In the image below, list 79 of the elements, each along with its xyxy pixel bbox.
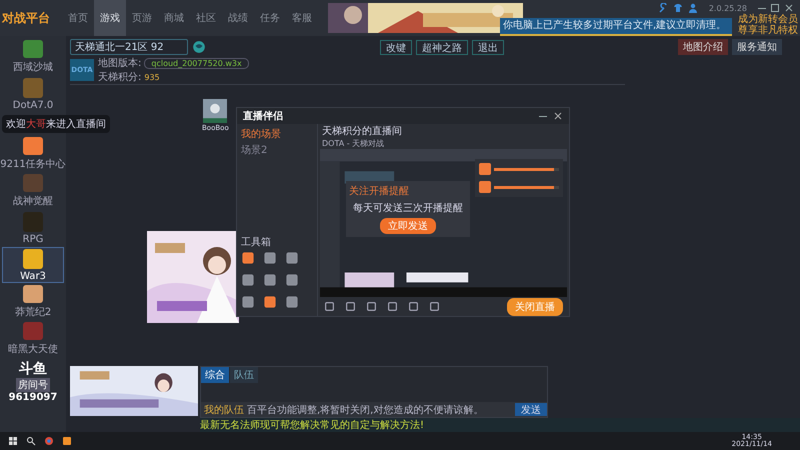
- task-icon: [479, 163, 491, 175]
- nav-tab[interactable]: 商城: [158, 0, 190, 36]
- map-version-label: 地图版本:: [98, 56, 142, 70]
- chat-tab[interactable]: 队伍: [230, 367, 258, 383]
- game-item[interactable]: 9211任务中心: [2, 136, 64, 172]
- app-icon[interactable]: [62, 436, 72, 446]
- nav-tab[interactable]: 首页: [62, 0, 94, 36]
- tool-icon[interactable]: [263, 251, 277, 265]
- shirt-icon[interactable]: [672, 3, 683, 13]
- room-number: 9619097: [8, 392, 58, 403]
- tool-icon[interactable]: [241, 295, 255, 309]
- progress-bar: [494, 186, 559, 188]
- category-label: DOTA - 天梯对战: [322, 138, 386, 149]
- tool-icon[interactable]: [285, 273, 299, 287]
- globe-icon[interactable]: [192, 40, 206, 54]
- room-button[interactable]: 退出: [472, 40, 504, 54]
- map-intro-button[interactable]: 地图介绍: [678, 39, 728, 55]
- search-icon[interactable]: [26, 436, 36, 446]
- task-icon: [479, 181, 491, 193]
- map-version-value: qcloud_20077520.w3x: [144, 58, 249, 68]
- game-item[interactable]: War3: [2, 247, 64, 283]
- stream-tool-icon[interactable]: [408, 301, 419, 312]
- douyu-logo: 斗鱼: [19, 360, 47, 378]
- player-avatar: [203, 99, 228, 123]
- popup-text: 每天可发送三次开播提醒: [353, 202, 463, 215]
- game-item[interactable]: 西域沙城: [2, 39, 64, 75]
- tool-icon[interactable]: [285, 295, 299, 309]
- service-notice-button[interactable]: 服务通知: [732, 39, 782, 55]
- app-logo: 对战平台: [2, 10, 51, 26]
- popup-title: 关注开播提醒: [349, 184, 409, 198]
- send-button[interactable]: 立即发送: [380, 218, 436, 234]
- close-icon[interactable]: [553, 111, 563, 121]
- room-button[interactable]: 超神之路: [416, 40, 468, 54]
- score-label: 天梯积分:: [98, 70, 142, 84]
- scene-tab[interactable]: 我的场景: [241, 127, 281, 141]
- send-button[interactable]: 发送: [515, 403, 547, 416]
- tool-icon[interactable]: [241, 273, 255, 287]
- tool-icon[interactable]: [285, 251, 299, 265]
- stream-title: 天梯积分的直播间: [322, 124, 403, 138]
- streamer-title: 直播伴侣: [243, 110, 283, 123]
- room-label: 房间号: [16, 378, 50, 392]
- welcome-text: 欢迎大哥来进入直播间: [6, 119, 106, 130]
- notice-text: 最新无名法师现可帮您解决常见的自定与解决方法!: [200, 418, 424, 432]
- nav-tab[interactable]: 任务: [254, 0, 286, 36]
- close-icon[interactable]: [784, 3, 794, 13]
- game-item[interactable]: 暗黑大天使: [2, 321, 64, 357]
- nav-tab[interactable]: 战绩: [222, 0, 254, 36]
- scene-tab[interactable]: 场景2: [241, 143, 268, 157]
- tooltip-text: 你电脑上已产生较多过期平台文件,建议立即清理。: [503, 20, 728, 32]
- toolbox-label: 工具箱: [241, 236, 271, 249]
- user-icon[interactable]: [688, 3, 698, 13]
- progress-bar: [494, 168, 559, 170]
- game-item[interactable]: DotA7.0: [2, 76, 64, 112]
- stream-tool-icon[interactable]: [345, 301, 356, 312]
- score-value: 935: [144, 72, 160, 82]
- room-button[interactable]: 改键: [380, 40, 412, 54]
- nav-tab[interactable]: 页游: [126, 0, 158, 36]
- nav-tab[interactable]: 游戏: [94, 0, 126, 36]
- stream-tool-icon[interactable]: [429, 301, 440, 312]
- game-item[interactable]: RPG: [2, 210, 64, 246]
- stream-tool-icon[interactable]: [387, 301, 398, 312]
- room-selector[interactable]: 天梯通北一21区 92: [70, 39, 188, 55]
- nav-tab[interactable]: 社区: [190, 0, 222, 36]
- chat-message: 百平台功能调整,将暂时关闭,对您造成的不便请谅解。: [247, 404, 484, 416]
- maximize-icon[interactable]: [771, 4, 779, 12]
- nav-tab[interactable]: 客服: [286, 0, 318, 36]
- tool-icon[interactable]: [263, 273, 277, 287]
- browser-icon[interactable]: [44, 436, 54, 446]
- version-label: 2.0.25.28: [708, 4, 747, 12]
- game-item[interactable]: 莽荒纪2: [2, 284, 64, 320]
- tool-icon[interactable]: [263, 295, 277, 309]
- team-label: 我的队伍: [204, 404, 244, 416]
- windows-icon[interactable]: [8, 436, 18, 446]
- game-item[interactable]: 战神觉醒: [2, 173, 64, 209]
- vip-badge[interactable]: 成为新转会员尊享非凡特权: [738, 14, 799, 36]
- stream-tool-icon[interactable]: [324, 301, 335, 312]
- stream-tool-icon[interactable]: [366, 301, 377, 312]
- tool-icon[interactable]: [241, 251, 255, 265]
- chat-tab[interactable]: 综合: [201, 367, 229, 383]
